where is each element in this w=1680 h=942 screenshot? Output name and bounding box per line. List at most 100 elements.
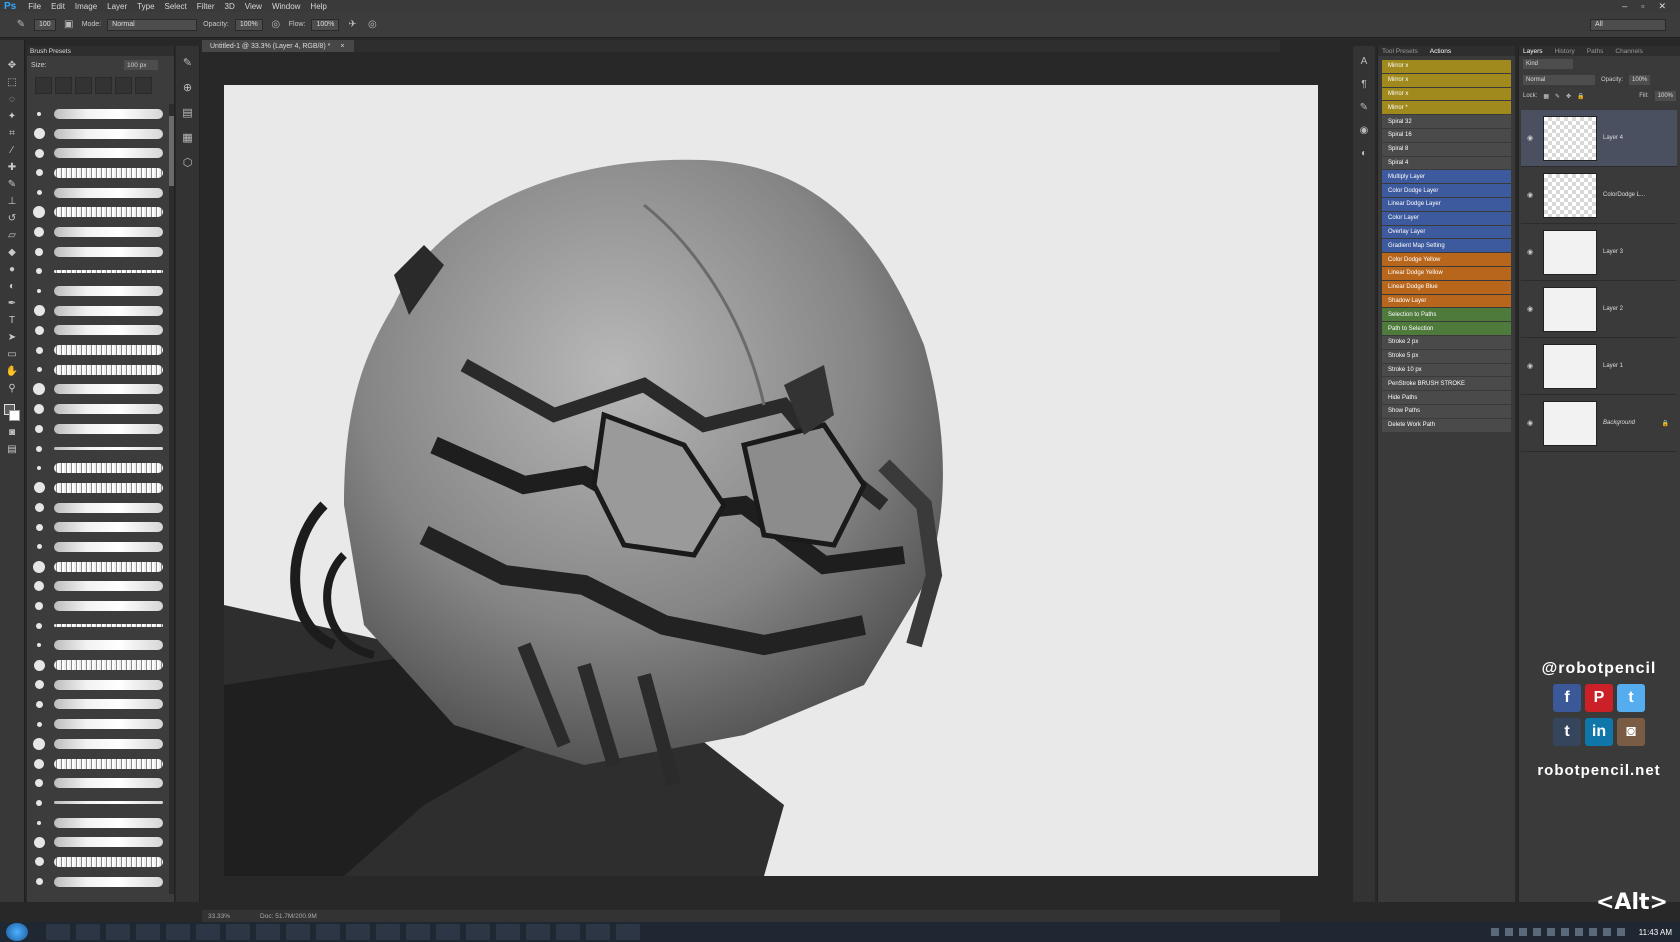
brush-preset[interactable] <box>27 301 167 321</box>
visibility-eye-icon[interactable]: ◉ <box>1527 191 1537 199</box>
pressure-size-icon[interactable]: ◎ <box>365 18 379 32</box>
close-tab-icon[interactable]: × <box>340 43 344 50</box>
brush-tip[interactable] <box>55 77 72 94</box>
brush-tool-icon[interactable]: ✎ <box>4 177 20 191</box>
brush-panel-toggle-icon[interactable]: ▣ <box>62 18 76 32</box>
menu-filter[interactable]: Filter <box>197 2 215 11</box>
action-button[interactable]: Spiral 32 <box>1382 115 1511 128</box>
brush-preset[interactable] <box>27 262 167 282</box>
lock-transparency-icon[interactable]: ▦ <box>1543 93 1549 100</box>
visibility-eye-icon[interactable]: ◉ <box>1527 419 1537 427</box>
layer-opacity-field[interactable]: 100% <box>1629 75 1651 85</box>
action-button[interactable]: PenStroke BRUSH STROKE <box>1382 377 1511 391</box>
brush-size-field[interactable]: 100 px <box>124 60 158 70</box>
action-button[interactable]: Stroke 2 px <box>1382 335 1511 349</box>
3d-icon[interactable]: ⬡ <box>183 156 193 169</box>
shape-tool-icon[interactable]: ▭ <box>4 347 20 361</box>
taskbar-app[interactable] <box>376 924 400 940</box>
lock-position-icon[interactable]: ✥ <box>1566 93 1571 100</box>
screen-mode-icon[interactable]: ▤ <box>4 442 20 456</box>
brush-preset[interactable] <box>27 143 167 163</box>
brush-preset[interactable] <box>27 832 167 852</box>
healing-tool-icon[interactable]: ✚ <box>4 160 20 174</box>
tray-icon[interactable] <box>1532 928 1541 936</box>
brush-preset[interactable] <box>27 636 167 656</box>
brush-panel-icon[interactable]: ✎ <box>183 56 192 69</box>
brush-tip[interactable] <box>115 77 132 94</box>
taskbar-app[interactable] <box>196 924 220 940</box>
tray-icon[interactable] <box>1574 928 1583 936</box>
brush-preset[interactable] <box>27 360 167 380</box>
menu-image[interactable]: Image <box>75 2 97 11</box>
brush-preset[interactable] <box>27 222 167 242</box>
properties-icon[interactable]: ▤ <box>182 106 192 119</box>
layer-row[interactable]: ◉ Layer 2 <box>1521 281 1677 338</box>
taskbar-app[interactable] <box>46 924 70 940</box>
brush-preset[interactable] <box>27 399 167 419</box>
action-button[interactable]: Color Layer <box>1382 211 1511 225</box>
brush-preset[interactable] <box>27 734 167 754</box>
brush-preset[interactable] <box>27 321 167 341</box>
zoom-level[interactable]: 33.33% <box>208 913 230 920</box>
brush-preset[interactable] <box>27 852 167 872</box>
action-button[interactable]: Spiral 4 <box>1382 156 1511 170</box>
taskbar-app[interactable] <box>466 924 490 940</box>
brush-tip[interactable] <box>35 77 52 94</box>
brush-preset[interactable] <box>27 596 167 616</box>
opacity-field[interactable]: 100% <box>234 18 263 31</box>
layer-row[interactable]: ◉ Background 🔒 <box>1521 395 1677 452</box>
tray-icon[interactable] <box>1602 928 1611 936</box>
brush-preset[interactable] <box>27 498 167 518</box>
taskbar-app[interactable] <box>286 924 310 940</box>
taskbar-app[interactable] <box>76 924 100 940</box>
taskbar-clock[interactable]: 11:43 AM <box>1639 928 1672 937</box>
tray-icon[interactable] <box>1490 928 1499 936</box>
fill-field[interactable]: 100% <box>1654 91 1676 101</box>
tab-actions[interactable]: Actions <box>1430 48 1451 55</box>
color-icon[interactable]: ◉ <box>1360 125 1369 136</box>
taskbar-app[interactable] <box>256 924 280 940</box>
taskbar-app[interactable] <box>136 924 160 940</box>
stamp-tool-icon[interactable]: ⊥ <box>4 194 20 208</box>
layer-row[interactable]: ◉ Layer 1 <box>1521 338 1677 395</box>
brush-preset[interactable] <box>27 419 167 439</box>
brush-preset[interactable] <box>27 616 167 636</box>
color-swatches[interactable] <box>4 404 20 422</box>
hand-tool-icon[interactable]: ✋ <box>4 364 20 378</box>
tray-icon[interactable] <box>1616 928 1625 936</box>
taskbar-app[interactable] <box>436 924 460 940</box>
character-icon[interactable]: A <box>1361 56 1368 67</box>
history-brush-icon[interactable]: ↺ <box>4 211 20 225</box>
menu-window[interactable]: Window <box>272 2 300 11</box>
layer-filter-kind[interactable]: Kind <box>1523 59 1573 69</box>
taskbar-app[interactable] <box>556 924 580 940</box>
action-button[interactable]: Stroke 10 px <box>1382 363 1511 377</box>
eyedropper-tool-icon[interactable]: ⁄ <box>4 143 20 157</box>
brush-preset[interactable] <box>27 242 167 262</box>
brush-preset[interactable] <box>27 675 167 695</box>
brush-preset[interactable] <box>27 655 167 675</box>
tray-icon[interactable] <box>1504 928 1513 936</box>
taskbar-app[interactable] <box>616 924 640 940</box>
quick-mask-icon[interactable]: ◙ <box>4 425 20 439</box>
taskbar-app[interactable] <box>166 924 190 940</box>
brush-preset[interactable] <box>27 478 167 498</box>
action-button[interactable]: Mirror * <box>1382 101 1511 115</box>
action-button[interactable]: Delete Work Path <box>1382 418 1511 432</box>
paint-bucket-icon[interactable]: ◆ <box>4 245 20 259</box>
brush-preset[interactable] <box>27 793 167 813</box>
doc-info[interactable]: Doc: 51.7M/200.9M <box>260 913 317 920</box>
start-button-icon[interactable] <box>6 923 28 941</box>
taskbar-app[interactable] <box>106 924 130 940</box>
brush-preset[interactable] <box>27 872 167 892</box>
brush-preset[interactable] <box>27 281 167 301</box>
brush-preset[interactable] <box>27 439 167 459</box>
tab-paths[interactable]: Paths <box>1587 48 1604 55</box>
brush-preset[interactable] <box>27 124 167 144</box>
action-button[interactable]: Linear Dodge Layer <box>1382 197 1511 211</box>
dodge-tool-icon[interactable]: ◐ <box>4 279 20 293</box>
crop-tool-icon[interactable]: ⌗ <box>4 126 20 140</box>
brush-preset[interactable] <box>27 340 167 360</box>
brush-tip[interactable] <box>75 77 92 94</box>
restore-button[interactable]: ▫ <box>1641 1 1644 12</box>
